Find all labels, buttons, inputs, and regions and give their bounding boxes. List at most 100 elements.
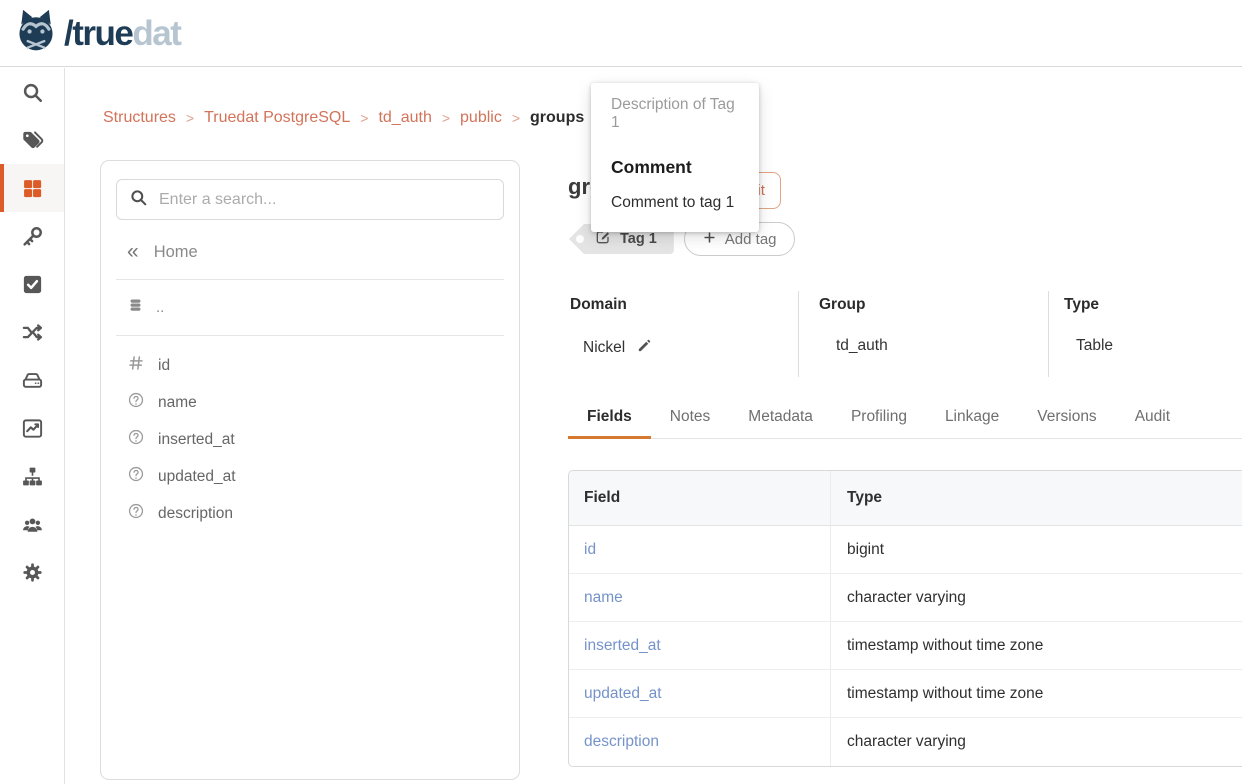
hard-drive-icon [21, 369, 44, 392]
table-row: descriptioncharacter varying [569, 718, 1242, 766]
tooltip-description: Description of Tag 1 [611, 96, 739, 132]
breadcrumb-link[interactable]: Truedat PostgreSQL [204, 109, 350, 127]
column-header-type: Type [831, 471, 1242, 525]
plus-icon [702, 230, 717, 249]
parent-schema-item[interactable]: .. [101, 280, 519, 335]
explorer-field-id[interactable]: id [101, 347, 519, 384]
double-chevron-left-icon: « [127, 244, 139, 261]
field-link-updated_at[interactable]: updated_at [569, 670, 831, 717]
tags-icon [21, 129, 44, 152]
question-circle-icon [127, 428, 145, 451]
owl-icon [13, 8, 59, 59]
tooltip-heading: Comment [611, 157, 739, 178]
icon-sidebar [0, 68, 65, 784]
search-input[interactable] [159, 191, 491, 209]
database-icon [127, 297, 144, 318]
table-row: namecharacter varying [569, 574, 1242, 622]
tab-fields[interactable]: Fields [568, 399, 651, 439]
home-back-item[interactable]: « Home [101, 228, 519, 279]
explorer-field-updated_at[interactable]: updated_at [101, 458, 519, 495]
column-header-field: Field [569, 471, 831, 525]
field-link-id[interactable]: id [569, 526, 831, 573]
tab-notes[interactable]: Notes [651, 399, 730, 439]
sidebar-item-sitemap[interactable] [0, 452, 64, 500]
users-icon [21, 513, 44, 536]
home-label: Home [154, 243, 198, 262]
tab-profiling[interactable]: Profiling [832, 399, 926, 439]
question-circle-icon [127, 465, 145, 488]
edit-icon [595, 229, 611, 249]
info-value: td_auth [836, 337, 888, 355]
field-label: name [158, 394, 197, 412]
truedat-logo[interactable]: /truedat [13, 8, 180, 59]
sitemap-icon [21, 465, 44, 488]
tab-versions[interactable]: Versions [1018, 399, 1115, 439]
explorer-field-name[interactable]: name [101, 384, 519, 421]
breadcrumb-current: groups [530, 109, 584, 127]
sidebar-item-users[interactable] [0, 500, 64, 548]
field-list: id name inserted_at updated_at description [101, 336, 519, 543]
info-label: Type [1049, 296, 1242, 314]
field-label: updated_at [158, 468, 236, 486]
check-square-icon [21, 273, 44, 296]
breadcrumb-separator: > [186, 110, 194, 126]
tag-tooltip: Description of Tag 1 Comment Comment to … [591, 83, 759, 232]
breadcrumb-link[interactable]: td_auth [378, 109, 431, 127]
app-header: /truedat [0, 0, 1242, 67]
table-row: updated_attimestamp without time zone [569, 670, 1242, 718]
tab-metadata[interactable]: Metadata [729, 399, 832, 439]
field-link-description[interactable]: description [569, 718, 831, 766]
field-type: character varying [831, 718, 1242, 766]
parent-label: .. [156, 299, 164, 316]
search-icon [129, 188, 148, 212]
field-type: character varying [831, 574, 1242, 621]
field-link-inserted_at[interactable]: inserted_at [569, 622, 831, 669]
info-value: Nickel [583, 339, 625, 357]
tab-bar: FieldsNotesMetadataProfilingLinkageVersi… [568, 399, 1242, 439]
add-tag-label: Add tag [725, 231, 777, 248]
key-icon [21, 225, 44, 248]
breadcrumb: Structures > Truedat PostgreSQL > td_auth > pu… [103, 109, 584, 127]
sidebar-item-search[interactable] [0, 68, 64, 116]
field-link-name[interactable]: name [569, 574, 831, 621]
breadcrumb-separator: > [512, 110, 520, 126]
sidebar-item-key[interactable] [0, 212, 64, 260]
gear-icon [21, 561, 44, 584]
sidebar-item-gear[interactable] [0, 548, 64, 596]
question-circle-icon [127, 391, 145, 414]
breadcrumb-separator: > [360, 110, 368, 126]
tab-linkage[interactable]: Linkage [926, 399, 1018, 439]
sidebar-item-check-square[interactable] [0, 260, 64, 308]
pencil-icon[interactable] [636, 337, 653, 359]
breadcrumb-link[interactable]: Structures [103, 109, 176, 127]
breadcrumb-link[interactable]: public [460, 109, 502, 127]
search-icon [21, 81, 44, 104]
breadcrumb-separator: > [442, 110, 450, 126]
sidebar-item-shuffle[interactable] [0, 308, 64, 356]
info-col-domain: Domain Nickel [568, 291, 798, 377]
structure-info: DomainNickelGrouptd_authTypeTable [568, 291, 1242, 377]
search-box[interactable] [116, 179, 504, 220]
logo-wordmark: /truedat [64, 16, 180, 51]
table-row: idbigint [569, 526, 1242, 574]
tab-audit[interactable]: Audit [1116, 399, 1189, 439]
field-type: timestamp without time zone [831, 670, 1242, 717]
sidebar-item-grid[interactable] [0, 164, 64, 212]
field-type: timestamp without time zone [831, 622, 1242, 669]
explorer-field-inserted_at[interactable]: inserted_at [101, 421, 519, 458]
shuffle-icon [21, 321, 44, 344]
field-label: description [158, 505, 233, 523]
sidebar-item-chart-line[interactable] [0, 404, 64, 452]
tag-hole [576, 235, 584, 243]
info-col-group: Group td_auth [798, 291, 1048, 377]
info-label: Domain [568, 296, 798, 314]
field-label: id [158, 357, 170, 375]
tooltip-comment: Comment to tag 1 [611, 194, 739, 212]
explorer-field-description[interactable]: description [101, 495, 519, 532]
fields-table: FieldTypeidbigintnamecharacter varyingin… [568, 470, 1242, 767]
tag-label: Tag 1 [620, 231, 657, 247]
chart-line-icon [21, 417, 44, 440]
sidebar-item-hard-drive[interactable] [0, 356, 64, 404]
info-label: Group [799, 296, 1048, 314]
sidebar-item-tags[interactable] [0, 116, 64, 164]
